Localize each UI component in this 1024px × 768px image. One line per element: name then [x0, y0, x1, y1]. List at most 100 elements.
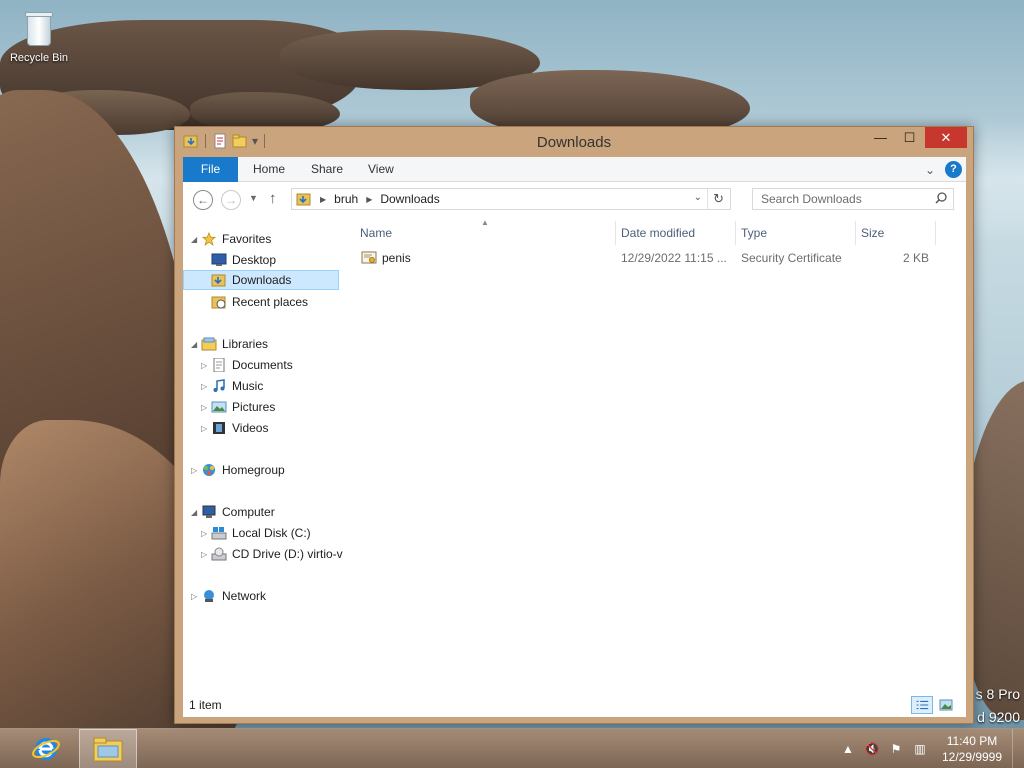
forward-button[interactable]: →: [221, 190, 241, 210]
network-disconnected-icon[interactable]: ▥: [908, 742, 932, 756]
breadcrumb-downloads[interactable]: Downloads: [380, 192, 439, 206]
volume-muted-icon[interactable]: 🔇: [860, 742, 884, 756]
address-divider: [707, 189, 708, 209]
column-divider[interactable]: [615, 221, 616, 245]
refresh-icon[interactable]: ↻: [713, 191, 724, 207]
nav-favorites-desktop[interactable]: Desktop: [201, 250, 276, 270]
tab-home[interactable]: Home: [253, 157, 285, 182]
tab-file[interactable]: File: [183, 157, 238, 182]
minimize-button[interactable]: —: [866, 127, 895, 148]
expand-arrow-icon[interactable]: ▷: [201, 529, 211, 538]
title-bar[interactable]: ▾ Downloads — ☐ ✕: [175, 127, 973, 157]
file-size: 2 KB: [903, 251, 930, 265]
libraries-icon: [201, 337, 217, 351]
column-divider[interactable]: [735, 221, 736, 245]
help-icon[interactable]: ?: [945, 161, 962, 178]
expand-arrow-icon[interactable]: ▷: [201, 550, 211, 559]
large-icons-view-icon[interactable]: [935, 696, 957, 714]
back-button[interactable]: ←: [193, 190, 213, 210]
nav-item-label: Downloads: [232, 273, 292, 287]
column-divider[interactable]: [935, 221, 936, 245]
nav-favorites-downloads[interactable]: Downloads: [183, 270, 339, 290]
nav-libraries-pictures[interactable]: ▷ Pictures: [201, 397, 275, 417]
expand-arrow-icon[interactable]: ▷: [201, 424, 211, 433]
computer-icon: [202, 505, 216, 518]
music-icon: [213, 379, 225, 392]
recent-locations-chevron-icon[interactable]: ▼: [249, 193, 258, 203]
window-title: Downloads: [536, 134, 612, 151]
nav-libraries-videos[interactable]: ▷ Videos: [201, 418, 268, 438]
nav-libraries-music[interactable]: ▷ Music: [201, 376, 263, 396]
nav-libraries-documents[interactable]: ▷ Documents: [201, 355, 293, 375]
file-row[interactable]: penis 12/29/2022 11:15 ... Security Cert…: [355, 247, 945, 269]
recycle-bin-shortcut[interactable]: Recycle Bin: [6, 8, 72, 64]
nav-computer-local-disk[interactable]: ▷ Local Disk (C:): [201, 523, 311, 543]
file-explorer-icon: [93, 737, 123, 762]
navigation-pane: ◢ Favorites Desktop Downloads Recent pla…: [183, 221, 351, 681]
breadcrumb-separator-icon[interactable]: ▶: [320, 195, 326, 204]
expand-arrow-icon[interactable]: ▷: [201, 403, 211, 412]
taskbar-internet-explorer[interactable]: [17, 729, 75, 768]
search-input[interactable]: [761, 189, 931, 209]
file-list: ▲ Name Date modified Type Size penis 12/…: [351, 218, 966, 681]
homegroup-icon: [203, 464, 215, 476]
taskbar-file-explorer[interactable]: [79, 729, 137, 768]
collapse-arrow-icon[interactable]: ◢: [191, 235, 201, 244]
column-header-type[interactable]: Type: [741, 221, 851, 245]
nav-computer-cd-drive[interactable]: ▷ CD Drive (D:) virtio-v: [201, 544, 351, 564]
address-bar[interactable]: ▶ bruh ▶ Downloads ⌄ ↻: [291, 188, 731, 210]
up-button[interactable]: ↑: [269, 190, 277, 207]
breadcrumb-bruh[interactable]: bruh: [334, 192, 358, 206]
ribbon: File Home Share View ⌄ ?: [183, 157, 966, 182]
show-desktop-button[interactable]: [1012, 729, 1024, 768]
nav-libraries[interactable]: ◢ Libraries: [191, 334, 268, 354]
breadcrumb-separator-icon[interactable]: ▶: [366, 195, 372, 204]
downloads-folder-icon: [211, 274, 226, 287]
expand-arrow-icon[interactable]: ▷: [191, 592, 201, 601]
details-view-icon[interactable]: [911, 696, 933, 714]
tab-view[interactable]: View: [368, 157, 394, 182]
close-button[interactable]: ✕: [925, 127, 967, 148]
nav-item-label: CD Drive (D:) virtio-v: [232, 547, 343, 561]
column-header-name[interactable]: Name: [360, 221, 610, 245]
column-divider[interactable]: [855, 221, 856, 245]
clock[interactable]: 11:40 PM 12/29/9999: [932, 733, 1012, 765]
recycle-bin-label: Recycle Bin: [9, 52, 69, 64]
nav-favorites-label: Favorites: [222, 232, 272, 246]
collapse-arrow-icon[interactable]: ◢: [191, 508, 201, 517]
cd-drive-icon: [211, 547, 227, 561]
expand-arrow-icon[interactable]: ▷: [201, 382, 211, 391]
pictures-icon: [211, 401, 227, 413]
internet-explorer-icon: [32, 738, 60, 760]
nav-favorites-recent-places[interactable]: Recent places: [201, 292, 308, 312]
maximize-button[interactable]: ☐: [895, 127, 924, 148]
local-disk-icon: [211, 527, 227, 540]
expand-arrow-icon[interactable]: ▷: [201, 361, 211, 370]
system-tray: ▲ 🔇 ⚑ ▥ 11:40 PM 12/29/9999: [836, 729, 1024, 768]
search-box[interactable]: [752, 188, 954, 210]
taskbar: ▲ 🔇 ⚑ ▥ 11:40 PM 12/29/9999: [0, 728, 1024, 768]
file-name-cell: penis: [361, 251, 411, 265]
address-history-chevron-icon[interactable]: ⌄: [694, 192, 702, 203]
expand-arrow-icon[interactable]: ▷: [191, 466, 201, 475]
nav-computer[interactable]: ◢ Computer: [191, 502, 275, 522]
nav-favorites[interactable]: ◢ Favorites: [191, 229, 271, 249]
column-header-date-modified[interactable]: Date modified: [621, 221, 731, 245]
certificate-icon: [361, 251, 377, 264]
search-icon[interactable]: [935, 192, 947, 204]
file-type: Security Certificate: [741, 251, 842, 265]
nav-network[interactable]: ▷ Network: [191, 586, 266, 606]
expand-ribbon-chevron-icon[interactable]: ⌄: [925, 163, 935, 177]
nav-item-label: Pictures: [232, 400, 276, 414]
tab-share[interactable]: Share: [311, 157, 343, 182]
nav-homegroup[interactable]: ▷ Homegroup: [191, 460, 285, 480]
nav-item-label: Videos: [232, 421, 269, 435]
file-date-modified: 12/29/2022 11:15 ...: [621, 251, 727, 265]
status-bar: 1 item: [183, 692, 966, 717]
show-hidden-icons-chevron-icon[interactable]: ▲: [836, 742, 860, 756]
collapse-arrow-icon[interactable]: ◢: [191, 340, 201, 349]
windows-watermark-build: d 9200: [977, 709, 1020, 725]
clock-date: 12/29/9999: [941, 750, 1003, 764]
action-center-flag-icon[interactable]: ⚑: [884, 742, 908, 756]
column-header-size[interactable]: Size: [861, 221, 931, 245]
